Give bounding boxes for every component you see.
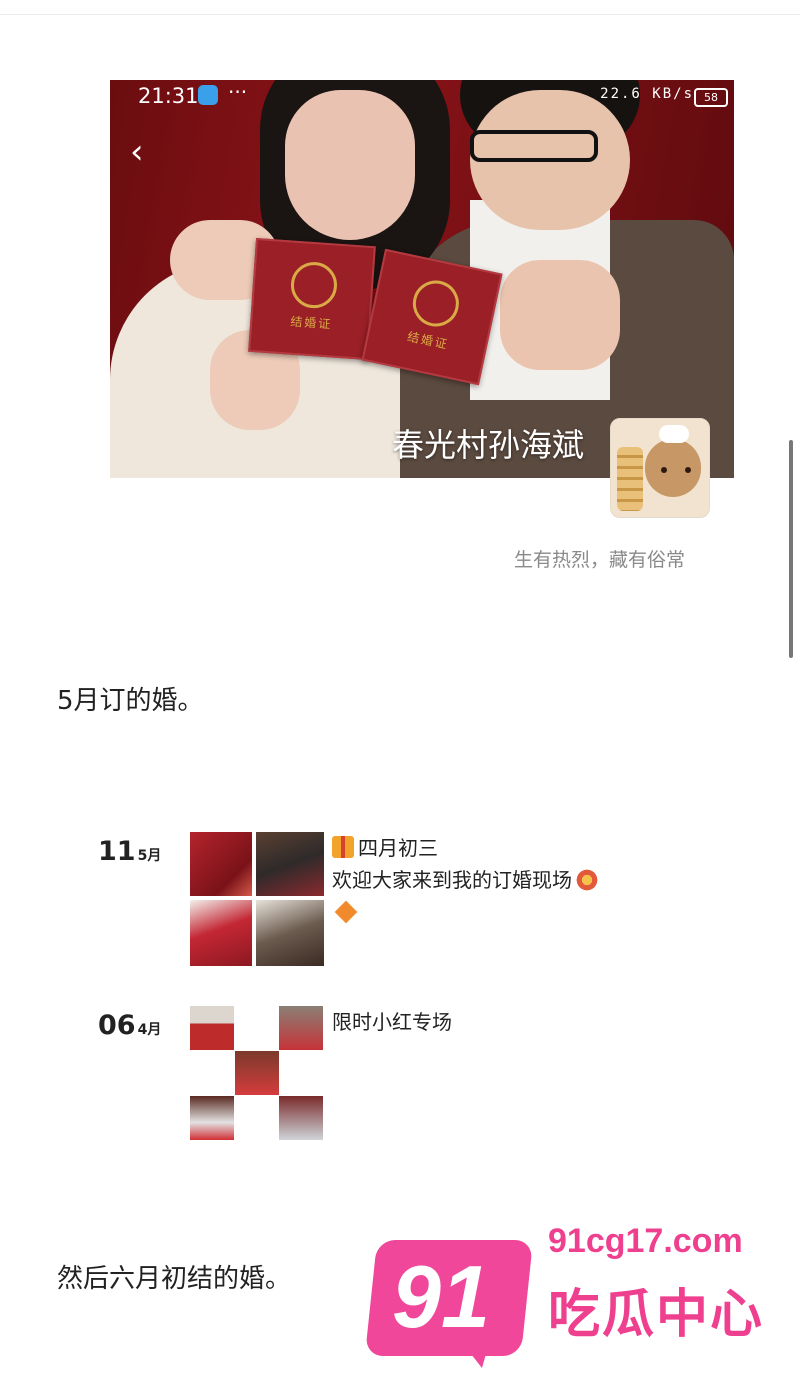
marriage-certificate: 结婚证 <box>248 237 376 361</box>
gift-icon <box>332 836 354 858</box>
top-divider <box>0 14 800 15</box>
bride-face-blurred <box>285 90 415 240</box>
scrollbar[interactable] <box>789 440 793 658</box>
glasses <box>470 130 598 162</box>
timeline-month: 4月 <box>137 1022 162 1038</box>
national-emblem-icon <box>408 276 464 331</box>
steamed-bun-stack <box>617 447 643 511</box>
cover-caption: 春光村孙海斌 <box>392 426 585 464</box>
hand <box>500 260 620 370</box>
bear-sticker <box>645 439 701 497</box>
watermark-url: 91cg17.com <box>548 1222 743 1260</box>
bear-eye <box>661 467 667 473</box>
firework-icon <box>574 869 600 891</box>
chef-hat <box>659 425 689 443</box>
timeline-date: 11 5月 <box>98 836 161 867</box>
article-paragraph: 5月订的婚。 <box>57 686 204 716</box>
back-arrow-icon[interactable]: ‹ <box>130 132 144 172</box>
timeline-date: 06 4月 <box>98 1010 161 1041</box>
bear-eye <box>685 467 691 473</box>
grid-photo[interactable] <box>190 832 252 896</box>
watermark-name: 吃瓜中心 <box>548 1285 765 1345</box>
certificate-title: 结婚证 <box>289 314 333 332</box>
grid-photo[interactable] <box>235 1051 279 1095</box>
profile-signature: 生有热烈，藏有俗常 <box>514 549 686 571</box>
diamond-icon <box>334 900 358 924</box>
cloud-icon <box>198 85 218 105</box>
watermark-number: 91 <box>392 1247 490 1346</box>
photo-grid[interactable] <box>190 832 324 966</box>
grid-photo[interactable] <box>256 900 324 966</box>
certificate-title: 结婚证 <box>405 329 450 352</box>
timeline-day: 11 <box>98 836 136 867</box>
grid-photo[interactable] <box>190 1006 234 1050</box>
status-time: 21:31 <box>138 84 199 108</box>
timeline-month: 5月 <box>137 848 162 864</box>
more-dots: ··· <box>228 80 248 104</box>
photo-grid[interactable] <box>190 1006 324 1140</box>
grid-photo[interactable] <box>190 900 252 966</box>
national-emblem-icon <box>289 260 339 310</box>
grid-photo[interactable] <box>279 1006 323 1050</box>
entry-line: 限时小红专场 <box>332 1010 452 1034</box>
battery-icon: 58 <box>694 88 728 107</box>
marriage-certificate: 结婚证 <box>361 248 503 386</box>
entry-line: 四月初三 <box>358 836 438 860</box>
grid-photo[interactable] <box>279 1096 323 1140</box>
article-paragraph: 然后六月初结的婚。 <box>57 1264 292 1294</box>
grid-photo[interactable] <box>256 832 324 896</box>
grid-photo[interactable] <box>190 1096 234 1140</box>
network-speed: 22.6 KB/s <box>600 86 694 102</box>
timeline-day: 06 <box>98 1010 136 1041</box>
timeline-entry-text[interactable]: 限时小红专场 <box>332 1006 452 1038</box>
timeline-entry-text[interactable]: 四月初三 欢迎大家来到我的订婚现场 <box>332 832 600 929</box>
avatar[interactable] <box>610 418 710 518</box>
entry-line: 欢迎大家来到我的订婚现场 <box>332 868 572 892</box>
